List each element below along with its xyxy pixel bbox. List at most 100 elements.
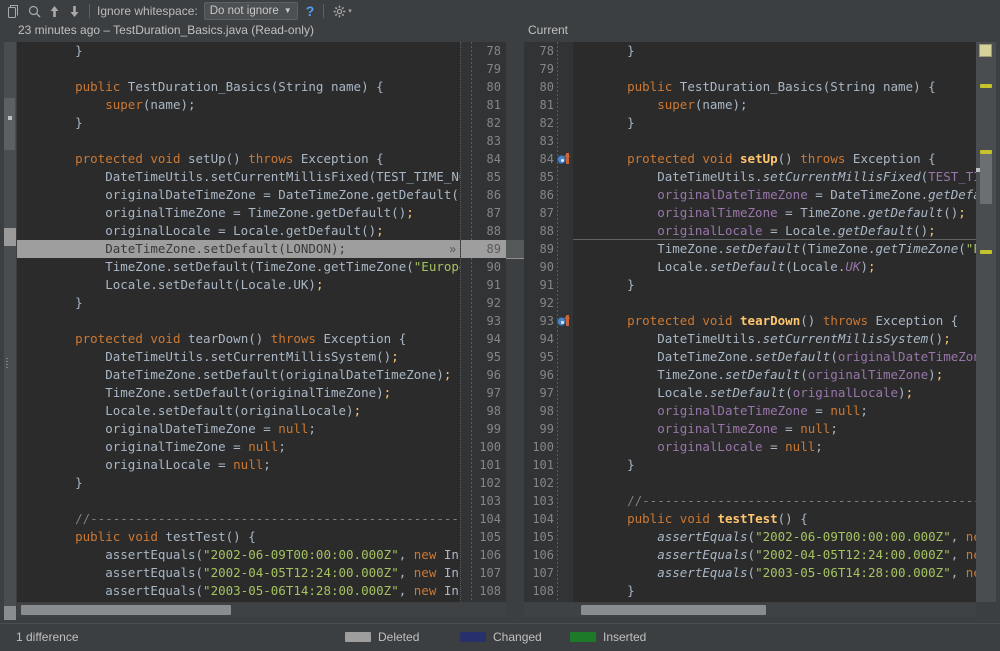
diff-content: } public TestDuration_Basics(String name… xyxy=(0,40,1000,647)
code-line: TimeZone.setDefault(TimeZone.getTimeZone… xyxy=(597,240,976,258)
code-token: //--------------------------------------… xyxy=(627,493,976,508)
code-token: originalTimeZone xyxy=(657,421,778,436)
ignore-whitespace-select[interactable]: Do not ignore ▼ xyxy=(203,2,298,20)
code-token: null xyxy=(830,403,861,418)
ignore-whitespace-value: Do not ignore xyxy=(209,5,279,17)
code-token: TimeZone. xyxy=(597,241,725,256)
diff-connector-strip[interactable] xyxy=(506,42,524,602)
legend-inserted: Inserted xyxy=(570,630,646,644)
code-token: , xyxy=(950,547,966,562)
code-token: } xyxy=(45,475,83,490)
line-number: 91 xyxy=(486,278,501,292)
code-line: originalDateTimeZone = null; xyxy=(597,402,976,420)
code-token: assertEquals( xyxy=(45,547,204,562)
left-hscroll-thumb[interactable] xyxy=(21,605,231,615)
code-token: originalTimeZone = TimeZone.getDefault() xyxy=(45,205,407,220)
code-line: assertEquals("2002-06-09T00:00:00.000Z",… xyxy=(45,546,460,564)
line-number: 108 xyxy=(532,584,554,598)
code-token: void xyxy=(702,151,733,166)
breakpoint-and-override-icon[interactable] xyxy=(557,153,571,167)
line-number: 83 xyxy=(539,134,554,148)
stripe-marker xyxy=(980,250,992,254)
code-token: new xyxy=(413,583,437,598)
next-difference-icon[interactable] xyxy=(64,2,84,20)
line-number: 81 xyxy=(539,98,554,112)
code-token: ) xyxy=(860,259,868,274)
code-line: originalLocale = null; xyxy=(597,438,976,456)
code-token: Locale. xyxy=(597,385,710,400)
code-token: setDefault xyxy=(709,259,786,274)
code-token: setCurrentMillisSystem xyxy=(762,331,929,346)
line-number: 89 xyxy=(539,242,554,256)
line-number: 102 xyxy=(479,476,501,490)
code-token: "Europe/London" xyxy=(413,259,460,274)
code-line: //--------------------------------------… xyxy=(45,510,460,528)
inspection-status-icon[interactable] xyxy=(979,44,992,57)
right-code-text: } public TestDuration_Basics(String name… xyxy=(573,42,976,602)
search-icon[interactable] xyxy=(24,2,44,20)
code-token: originalDateTimeZone = DateTimeZone.getD… xyxy=(45,187,460,202)
apply-difference-chevron-icon[interactable]: » xyxy=(449,240,456,258)
settings-button[interactable]: ▾ xyxy=(333,5,352,18)
code-line: originalTimeZone = null; xyxy=(45,438,460,456)
left-scrollbar-thumb[interactable] xyxy=(4,98,15,150)
line-number: 90 xyxy=(539,260,554,274)
previous-difference-icon[interactable] xyxy=(44,2,64,20)
right-hscroll-thumb[interactable] xyxy=(581,605,766,615)
code-line: super(name); xyxy=(45,96,460,114)
code-line: DateTimeZone.setDefault(originalDateTime… xyxy=(45,366,460,384)
code-token: "2002-04-05T12:24:00.000Z" xyxy=(203,565,399,580)
line-number: 97 xyxy=(486,386,501,400)
right-editor-pane[interactable]: } public TestDuration_Basics(String name… xyxy=(573,42,976,602)
left-error-stripe[interactable] xyxy=(4,42,16,620)
line-number: 94 xyxy=(486,332,501,346)
legend-swatch-deleted xyxy=(345,632,371,642)
right-error-stripe[interactable] xyxy=(976,42,996,602)
code-token: "2003-05-06T14:28:00.000Z" xyxy=(203,583,399,598)
code-token: , xyxy=(398,583,414,598)
right-horizontal-scrollbar[interactable] xyxy=(524,603,976,617)
line-number: 86 xyxy=(486,188,501,202)
code-token: originalLocale xyxy=(792,385,899,400)
left-editor-pane[interactable]: } public TestDuration_Basics(String name… xyxy=(17,42,460,602)
code-token: originalLocale = Locale.getDefault() xyxy=(45,223,377,238)
line-number: 85 xyxy=(539,170,554,184)
code-line: TimeZone.setDefault(TimeZone.getTimeZone… xyxy=(45,258,460,276)
code-token: TestDuration_Basics(String name) { xyxy=(120,79,384,94)
code-token: = DateTimeZone. xyxy=(807,187,929,202)
help-button[interactable]: ? xyxy=(306,3,315,19)
code-token: ( xyxy=(800,367,808,382)
left-stripe-deleted-marker xyxy=(4,228,16,246)
code-token: ( xyxy=(747,547,756,562)
code-token: public xyxy=(75,529,121,544)
code-token: assertEquals xyxy=(657,565,748,580)
right-scrollbar-thumb[interactable] xyxy=(980,154,992,204)
code-token: } xyxy=(597,43,635,58)
code-token: ) xyxy=(928,367,936,382)
code-line: } xyxy=(45,474,460,492)
chevron-down-icon: ▼ xyxy=(283,6,292,15)
code-token: protected xyxy=(627,313,695,328)
line-number: 96 xyxy=(486,368,501,382)
left-horizontal-scrollbar[interactable] xyxy=(17,603,506,617)
toolbar-separator-2 xyxy=(323,4,325,18)
breakpoint-and-override-icon[interactable] xyxy=(557,315,571,329)
copy-icon[interactable] xyxy=(4,2,24,20)
code-line: originalDateTimeZone = DateTimeZone.getD… xyxy=(45,186,460,204)
code-token: (Locale. xyxy=(785,259,846,274)
code-token: public xyxy=(627,511,673,526)
code-token: TimeZone.setDefault(TimeZone.getTimeZone… xyxy=(45,259,414,274)
code-token: "2002-06-09T00:00:00.000Z" xyxy=(755,529,951,544)
code-token: } xyxy=(45,43,83,58)
code-token: () xyxy=(777,151,801,166)
line-number: 84 xyxy=(486,152,501,166)
